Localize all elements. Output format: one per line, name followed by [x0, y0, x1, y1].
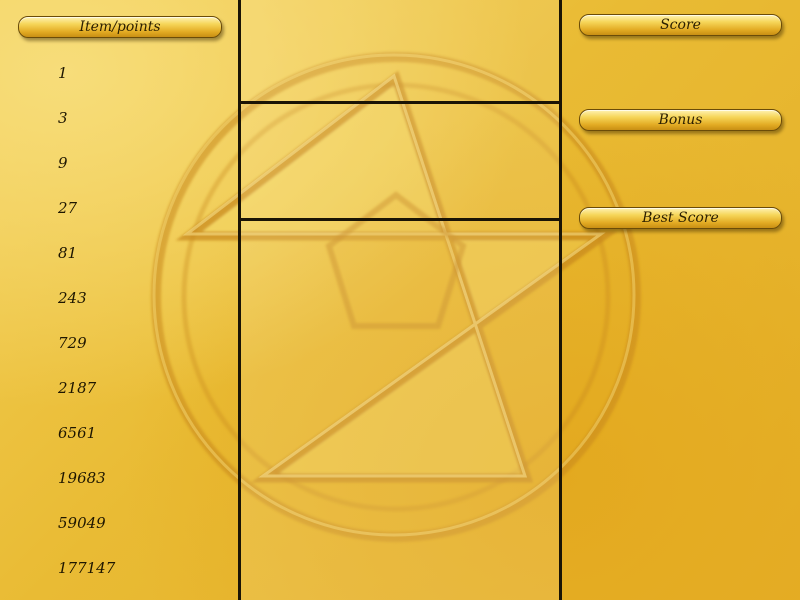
center-divider-upper [240, 101, 560, 104]
points-value: 243 [58, 289, 87, 307]
points-value: 9 [58, 154, 68, 172]
items-points-header: Item/points [18, 16, 222, 38]
points-value: 729 [58, 334, 87, 352]
points-value: 1 [58, 64, 68, 82]
game-screen: Item/points 1 3 9 27 81 243 729 2187 656… [0, 0, 800, 600]
points-list: 1 3 9 27 81 243 729 2187 6561 19683 5904… [58, 61, 115, 600]
points-value: 2187 [58, 379, 97, 397]
center-divider-lower [240, 218, 560, 221]
best-score-label: Best Score [579, 207, 782, 229]
points-value: 177147 [58, 559, 116, 577]
score-label: Score [579, 14, 782, 36]
bonus-label: Bonus [579, 109, 782, 131]
points-value: 59049 [58, 514, 106, 532]
points-value: 3 [58, 109, 68, 127]
right-column-divider [559, 0, 562, 600]
center-panel [240, 0, 560, 600]
points-value: 27 [58, 199, 78, 217]
left-column-divider [238, 0, 241, 600]
points-value: 6561 [58, 424, 97, 442]
points-value: 81 [58, 244, 78, 262]
points-value: 19683 [58, 469, 106, 487]
